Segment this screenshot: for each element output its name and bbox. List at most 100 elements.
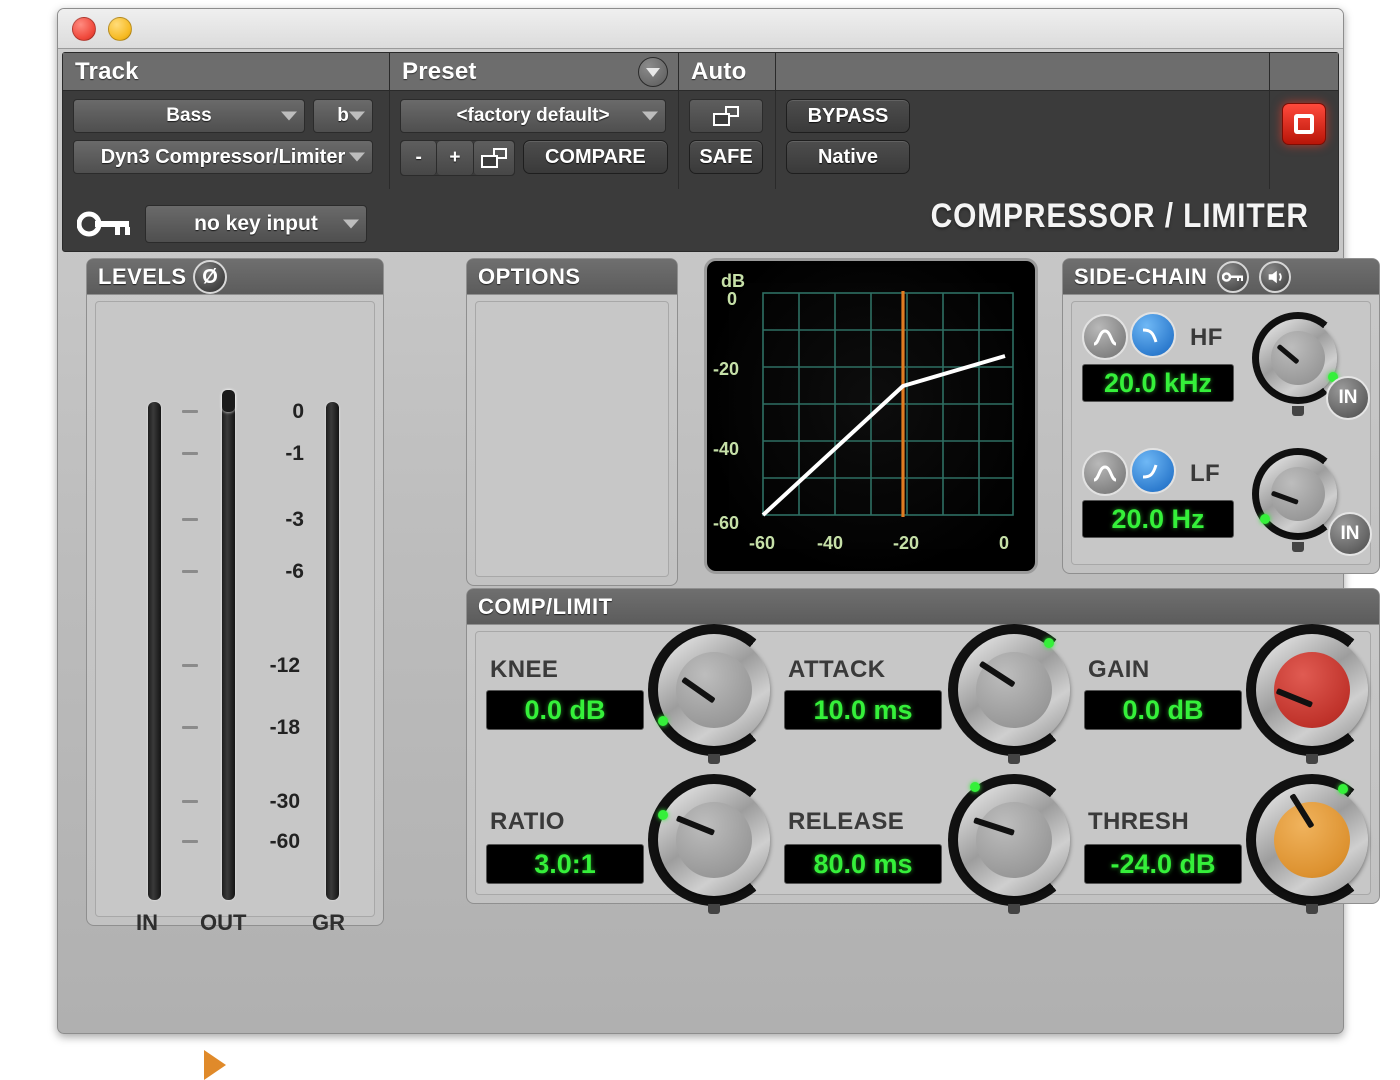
- close-button[interactable]: [72, 16, 96, 41]
- levels-panel: LEVELS Ø 0 -1 -3 -6 -12 -18 -30 -60 IN O…: [86, 258, 384, 1080]
- meter-label-in: IN: [136, 910, 158, 935]
- knee-knob[interactable]: [648, 624, 780, 764]
- chevron-down-icon: [642, 111, 658, 121]
- attack-value[interactable]: 10.0 ms: [784, 690, 942, 730]
- window-copy-icon: [713, 106, 739, 126]
- threshold-pointer-icon[interactable]: [204, 1050, 226, 1080]
- lf-in-button[interactable]: IN: [1328, 512, 1372, 556]
- preset-section-label: Preset: [390, 53, 678, 90]
- automation-button[interactable]: [689, 99, 763, 133]
- scale-tick: [182, 726, 198, 729]
- release-label: RELEASE: [788, 808, 905, 835]
- header-spacer: [776, 53, 1269, 90]
- compare-button[interactable]: COMPARE: [522, 140, 668, 174]
- graph-y-tick: -20: [713, 359, 739, 379]
- thresh-knob[interactable]: [1246, 774, 1378, 914]
- key-icon: [77, 211, 130, 237]
- options-header: OPTIONS: [467, 259, 677, 295]
- sidechain-title: SIDE-CHAIN: [1074, 263, 1208, 289]
- plugin-body: LEVELS Ø 0 -1 -3 -6 -12 -18 -30 -60 IN O…: [58, 197, 1380, 1080]
- release-value[interactable]: 80.0 ms: [784, 844, 942, 884]
- sidechain-inner: HF 20.0 kHz IN LF 20.0 Hz IN: [1071, 301, 1372, 565]
- preset-save-button[interactable]: [473, 141, 514, 175]
- lf-shelf-filter-button[interactable]: [1130, 448, 1176, 494]
- release-knob[interactable]: [948, 774, 1080, 914]
- square-icon: [1294, 114, 1314, 134]
- out-peak-indicator: [222, 390, 235, 412]
- bypass-button[interactable]: BYPASS: [786, 99, 910, 133]
- knee-value[interactable]: 0.0 dB: [486, 690, 644, 730]
- hf-in-button[interactable]: IN: [1326, 376, 1370, 420]
- transfer-curve-display[interactable]: dB 0 -20 -40 -60 -60 -40 -20 0: [704, 258, 1038, 574]
- options-inner[interactable]: [475, 301, 669, 577]
- complimit-panel: COMP/LIMIT KNEE 0.0 dB ATTACK 10.0 ms GA…: [466, 588, 1380, 914]
- scale-tick: [182, 452, 198, 455]
- auto-section-label: Auto: [691, 57, 747, 85]
- graph-y-tick: -40: [713, 439, 739, 459]
- lf-value[interactable]: 20.0 Hz: [1082, 500, 1234, 538]
- preset-select[interactable]: <factory default>: [400, 99, 666, 133]
- phase-invert-button[interactable]: Ø: [193, 260, 227, 294]
- meter-label-out: OUT: [200, 910, 247, 935]
- bypass-controls: BYPASS Native: [776, 91, 1269, 189]
- ratio-value[interactable]: 3.0:1: [486, 844, 644, 884]
- preset-menu-icon[interactable]: [638, 57, 668, 87]
- graph-y-tick: 0: [727, 289, 737, 309]
- levels-title: LEVELS: [98, 263, 187, 289]
- key-input-select[interactable]: no key input: [145, 205, 367, 243]
- graph-unit-label: dB: [721, 271, 745, 291]
- scale-tick: [182, 800, 198, 803]
- sidechain-key-icon[interactable]: [1217, 260, 1250, 293]
- complimit-header: COMP/LIMIT: [467, 589, 1379, 625]
- scale-tick: [182, 664, 198, 667]
- thresh-value[interactable]: -24.0 dB: [1084, 844, 1242, 884]
- preset-decrement-button[interactable]: -: [401, 141, 438, 175]
- graph-x-tick: -20: [893, 533, 919, 553]
- preset-increment-button[interactable]: +: [437, 141, 474, 175]
- levels-inner: 0 -1 -3 -6 -12 -18 -30 -60 IN OUT GR: [95, 301, 375, 1080]
- plugin-led-button[interactable]: [1282, 103, 1326, 145]
- sidechain-listen-icon[interactable]: [1259, 260, 1292, 293]
- scale-value: -18: [269, 716, 300, 739]
- meter-out[interactable]: [222, 390, 235, 900]
- options-title: OPTIONS: [478, 263, 581, 289]
- scale-tick: [182, 570, 198, 573]
- minimize-button[interactable]: [108, 16, 132, 41]
- meter-in[interactable]: [148, 402, 161, 900]
- window-titlebar: [58, 9, 1343, 49]
- complimit-inner: KNEE 0.0 dB ATTACK 10.0 ms GAIN 0.0 dB R…: [475, 624, 1378, 914]
- track-section-label: Track: [75, 57, 139, 85]
- chevron-down-icon: [349, 152, 365, 162]
- knee-label: KNEE: [490, 656, 559, 683]
- levels-header: LEVELS Ø: [87, 259, 383, 295]
- graph-x-tick: -40: [817, 533, 843, 553]
- preset-controls: <factory default> - + COMPARE: [390, 91, 678, 189]
- track-slot-select[interactable]: b: [313, 99, 373, 133]
- track-controls: Bass b Dyn3 Compressor/Limiter: [63, 91, 389, 189]
- hf-peak-filter-button[interactable]: [1082, 314, 1128, 360]
- scale-value: -30: [269, 790, 300, 813]
- scale-value: 0: [292, 400, 304, 423]
- ratio-knob[interactable]: [648, 774, 780, 914]
- gain-value[interactable]: 0.0 dB: [1084, 690, 1242, 730]
- graph-x-tick: -60: [749, 533, 775, 553]
- scale-value: -1: [285, 442, 304, 465]
- graph-y-tick: -60: [713, 513, 739, 533]
- safe-button[interactable]: SAFE: [689, 140, 763, 174]
- scale-tick: [182, 840, 198, 843]
- lf-peak-filter-button[interactable]: [1082, 450, 1128, 496]
- window-copy-icon: [480, 148, 507, 168]
- chevron-down-icon: [343, 219, 359, 229]
- hf-label: HF: [1190, 324, 1223, 351]
- meter-gr[interactable]: [326, 402, 339, 900]
- plugin-select[interactable]: Dyn3 Compressor/Limiter: [73, 140, 373, 174]
- native-button[interactable]: Native: [786, 140, 910, 174]
- attack-knob[interactable]: [948, 624, 1080, 764]
- hf-value[interactable]: 20.0 kHz: [1082, 364, 1234, 402]
- scale-value: -12: [269, 654, 300, 677]
- scale-tick: [182, 518, 198, 521]
- gain-knob[interactable]: [1246, 624, 1378, 764]
- hf-shelf-filter-button[interactable]: [1130, 312, 1176, 358]
- track-select[interactable]: Bass: [73, 99, 305, 133]
- sidechain-header: SIDE-CHAIN: [1063, 259, 1379, 295]
